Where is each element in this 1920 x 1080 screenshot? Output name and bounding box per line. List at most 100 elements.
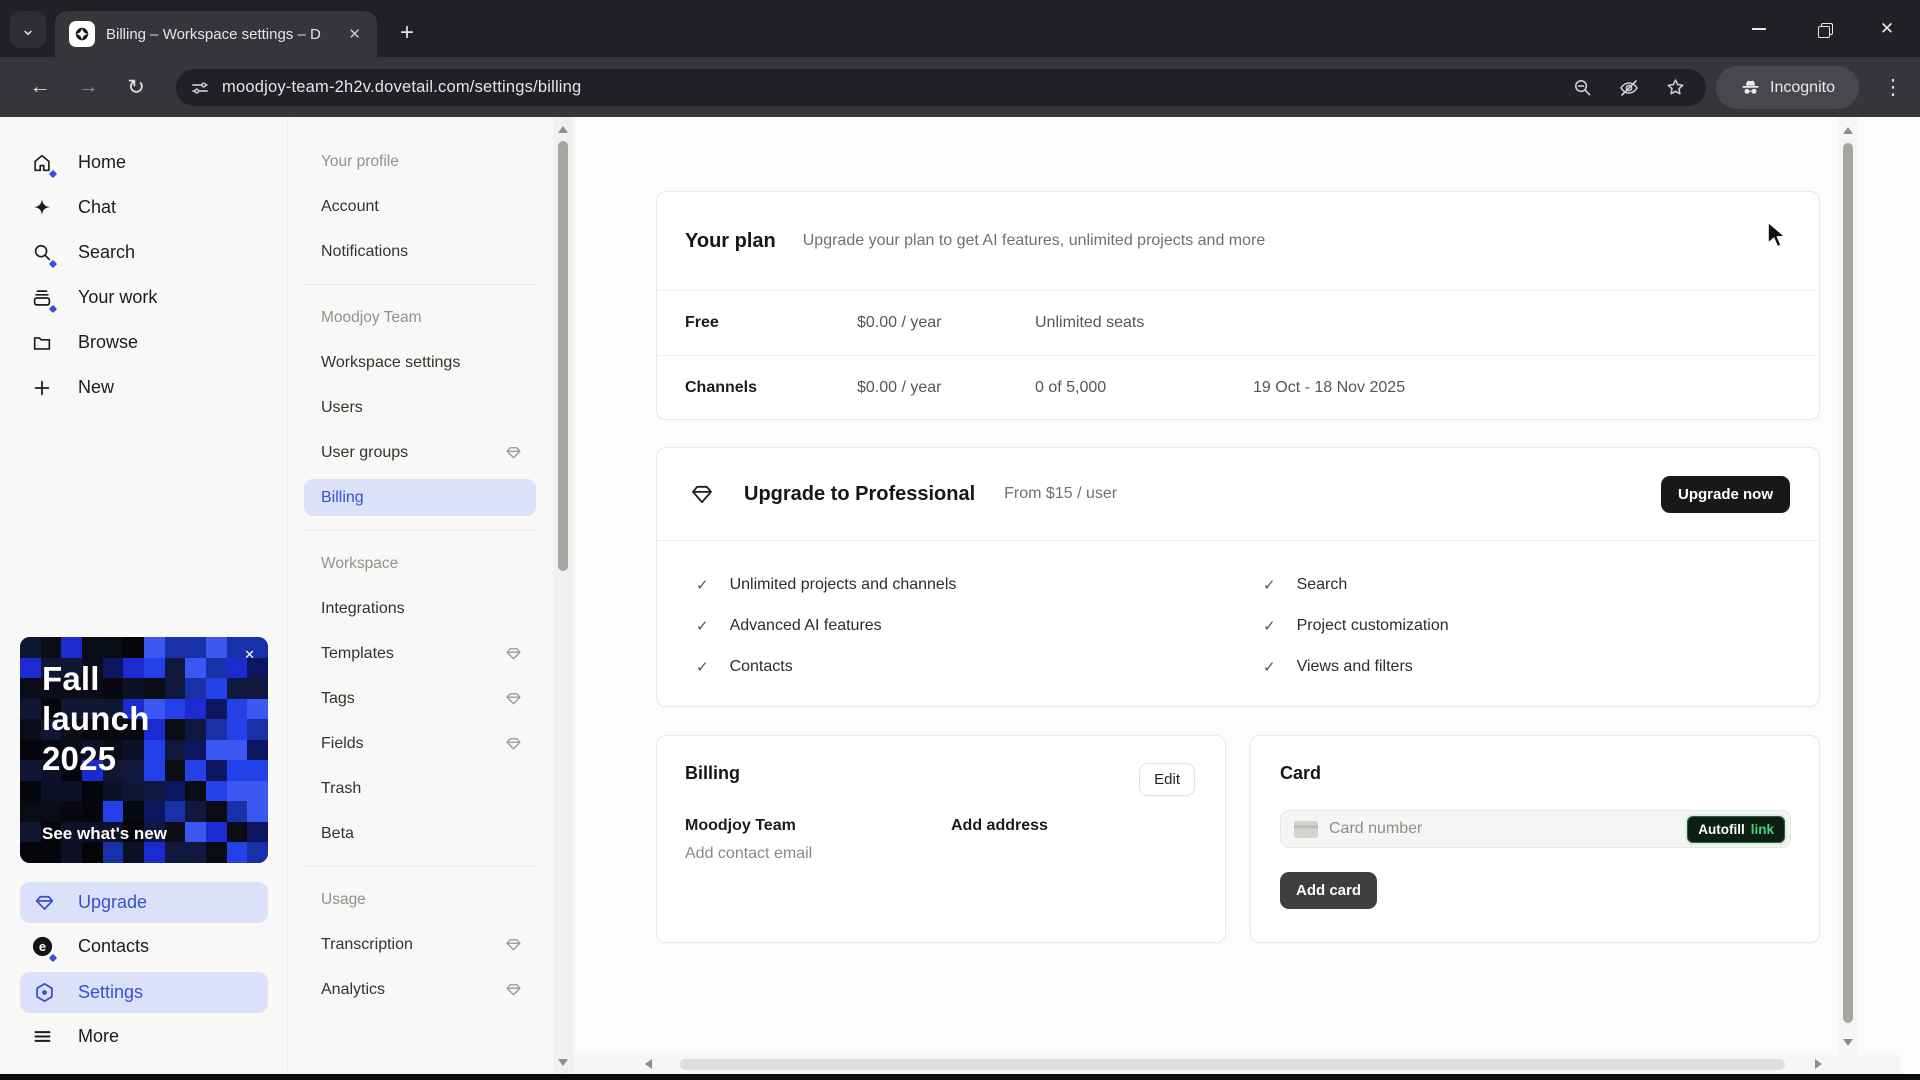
gem-icon [505, 645, 522, 662]
add-card-button[interactable]: Add card [1280, 872, 1377, 909]
nav-item-integrations[interactable]: Integrations [304, 590, 536, 627]
check-icon: ✓ [1263, 617, 1276, 635]
tab-close-icon[interactable]: ✕ [344, 23, 365, 45]
feature-item: ✓Views and filters [1263, 646, 1449, 687]
scroll-left-arrow[interactable] [645, 1059, 652, 1069]
sidebar-item-upgrade[interactable]: Upgrade [20, 882, 268, 923]
gem-icon [505, 981, 522, 998]
window-minimize-button[interactable] [1737, 14, 1781, 44]
sidebar-item-chat[interactable]: Chat [0, 185, 288, 230]
nav-item-beta[interactable]: Beta [304, 815, 536, 852]
scrollbar-thumb[interactable] [680, 1059, 1785, 1070]
home-icon [30, 151, 54, 175]
content-vertical-scrollbar[interactable] [1838, 117, 1858, 1055]
forward-button[interactable]: → [74, 73, 102, 101]
site-info-icon[interactable] [190, 78, 210, 98]
sidebar-item-browse[interactable]: Browse [0, 320, 288, 365]
gem-icon [32, 891, 56, 915]
nav-item-user-groups[interactable]: User groups [304, 434, 536, 471]
window-restore-button[interactable] [1802, 14, 1846, 44]
content-horizontal-scrollbar[interactable] [575, 1055, 1900, 1074]
browser-window: ⌄ Billing – Workspace settings – D ✕ + ✕… [0, 0, 1920, 1080]
promo-title: Fall launch 2025 [42, 659, 150, 779]
sidebar-item-more[interactable]: More [0, 1014, 288, 1059]
feature-label: Project customization [1297, 617, 1449, 635]
sidebar-item-label: New [78, 377, 114, 398]
incognito-badge[interactable]: Incognito [1716, 66, 1859, 109]
browser-tab[interactable]: Billing – Workspace settings – D ✕ [55, 11, 377, 57]
eye-off-icon[interactable] [1618, 77, 1640, 99]
nav-item-workspace-settings[interactable]: Workspace settings [304, 344, 536, 381]
settings-nav-scrollbar[interactable] [553, 117, 573, 1074]
your-work-icon [30, 286, 54, 310]
reload-button[interactable]: ↻ [122, 73, 150, 101]
back-button[interactable]: ← [26, 73, 54, 101]
sparkle-icon [30, 196, 54, 220]
close-icon[interactable]: ✕ [244, 647, 255, 663]
upgrade-now-button[interactable]: Upgrade now [1661, 476, 1790, 513]
feature-label: Contacts [730, 658, 793, 676]
plan-row-free: Free $0.00 / year Unlimited seats [657, 291, 1819, 355]
sidebar-item-your-work[interactable]: Your work [0, 275, 288, 320]
scrollbar-thumb[interactable] [558, 141, 568, 571]
check-icon: ✓ [696, 658, 709, 676]
nav-item-label: Notifications [321, 243, 522, 261]
feature-item: ✓ Project customization [1263, 605, 1449, 646]
sidebar-item-new[interactable]: New [0, 365, 288, 410]
nav-item-analytics[interactable]: Analytics [304, 971, 536, 1008]
check-icon: ✓ [1263, 658, 1276, 676]
contacts-icon: e [30, 935, 54, 959]
sidebar-item-label: Settings [78, 982, 143, 1003]
nav-item-trash[interactable]: Trash [304, 770, 536, 807]
plan-card-subtitle: Upgrade your plan to get AI features, un… [803, 232, 1265, 250]
new-tab-button[interactable]: + [392, 19, 422, 47]
scroll-down-arrow[interactable] [558, 1057, 568, 1067]
your-plan-card: Your plan Upgrade your plan to get AI fe… [656, 191, 1820, 420]
nav-item-label: Integrations [321, 600, 522, 618]
promo-cta[interactable]: See what's new [42, 824, 167, 844]
scroll-up-arrow[interactable] [558, 124, 568, 134]
sidebar-item-home[interactable]: Home [0, 140, 288, 185]
feature-label: Advanced AI features [730, 617, 882, 635]
nav-item-users[interactable]: Users [304, 389, 536, 426]
close-icon: ✕ [1880, 19, 1894, 39]
sidebar-item-label: Home [78, 152, 126, 173]
edit-button[interactable]: Edit [1139, 763, 1195, 796]
tab-search-chevron-button[interactable]: ⌄ [10, 11, 46, 48]
autofill-badge[interactable]: Autofill link [1687, 816, 1785, 843]
sidebar-item-search[interactable]: Search [0, 230, 288, 275]
nav-item-label: Tags [321, 690, 505, 708]
card-number-input[interactable]: Card number Autofill link [1280, 810, 1791, 848]
nav-item-account[interactable]: Account [304, 188, 536, 225]
plan-period: 19 Oct - 18 Nov 2025 [1253, 379, 1405, 397]
upgrade-title: Upgrade to Professional [744, 483, 975, 506]
sidebar-item-contacts[interactable]: e Contacts [0, 924, 288, 969]
check-icon: ✓ [1263, 576, 1276, 594]
scroll-up-arrow[interactable] [1843, 125, 1853, 135]
promo-card[interactable]: Fall launch 2025 ✕ See what's new [20, 637, 268, 863]
scroll-down-arrow[interactable] [1843, 1037, 1853, 1047]
nav-item-transcription[interactable]: Transcription [304, 926, 536, 963]
nav-item-notifications[interactable]: Notifications [304, 233, 536, 270]
credit-card-icon [1293, 820, 1319, 839]
gem-icon [505, 735, 522, 752]
billing-card-title: Billing [685, 763, 1197, 784]
nav-item-fields[interactable]: Fields [304, 725, 536, 762]
scrollbar-thumb[interactable] [1843, 143, 1853, 1023]
window-bottom-edge [0, 1074, 1920, 1080]
browser-menu-button[interactable]: ⋮ [1878, 75, 1908, 100]
plan-row-channels: Channels $0.00 / year 0 of 5,000 19 Oct … [657, 355, 1819, 419]
nav-item-templates[interactable]: Templates [304, 635, 536, 672]
add-contact-email-link[interactable]: Add contact email [685, 845, 1197, 863]
nav-item-billing[interactable]: Billing [304, 479, 536, 516]
add-address-link[interactable]: Add address [951, 817, 1048, 835]
nav-item-tags[interactable]: Tags [304, 680, 536, 717]
sidebar-item-settings[interactable]: Settings [20, 972, 268, 1013]
scroll-right-arrow[interactable] [1815, 1059, 1822, 1069]
zoom-out-icon[interactable] [1572, 77, 1593, 98]
bookmark-star-icon[interactable] [1665, 77, 1686, 98]
address-bar[interactable]: moodjoy-team-2h2v.dovetail.com/settings/… [176, 69, 1706, 106]
nav-item-label: Templates [321, 645, 505, 663]
upgrade-card: Upgrade to Professional From $15 / user … [656, 447, 1820, 707]
window-close-button[interactable]: ✕ [1865, 14, 1909, 44]
